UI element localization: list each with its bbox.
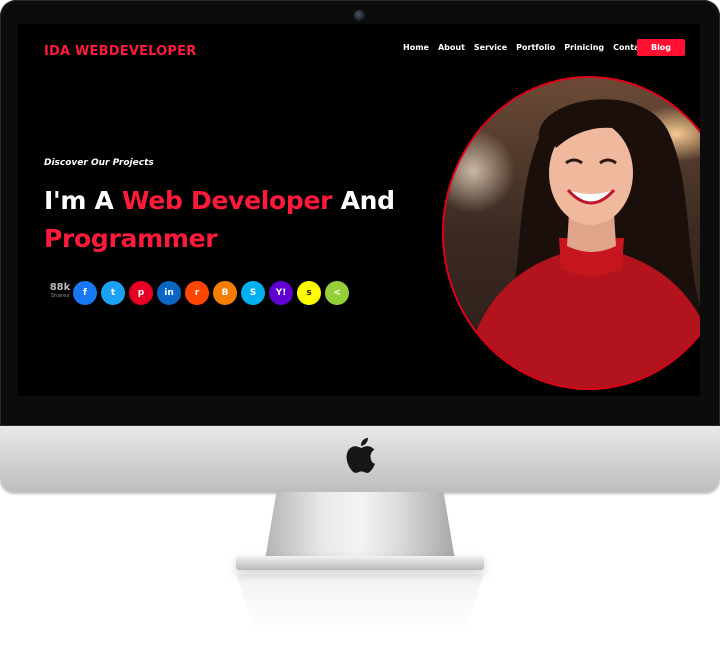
linkedin-share-button[interactable]: in xyxy=(157,281,181,305)
monitor-mockup: IDA WEBDEVELOPER Home About Service Port… xyxy=(0,0,720,653)
hero-kicker: Discover Our Projects xyxy=(44,158,154,168)
apple-logo-icon xyxy=(346,437,375,473)
blogger-share-button[interactable]: B xyxy=(213,281,237,305)
twitter-share-button[interactable]: t xyxy=(101,281,125,305)
nav-pricing[interactable]: Prinicing xyxy=(564,43,604,52)
facebook-icon: f xyxy=(83,288,87,298)
blogger-icon: B xyxy=(221,288,229,298)
pinterest-share-button[interactable]: p xyxy=(129,281,153,305)
headline-highlight: Web Developer xyxy=(121,186,333,215)
reddit-share-button[interactable]: r xyxy=(185,281,209,305)
reddit-icon: r xyxy=(194,288,200,298)
share-share-button[interactable]: < xyxy=(325,281,349,305)
nav-about[interactable]: About xyxy=(438,43,465,52)
snapchat-icon: s xyxy=(306,288,312,298)
monitor-stand-base xyxy=(236,556,484,570)
yahoo-icon: Y! xyxy=(275,288,287,298)
blog-button[interactable]: Blog xyxy=(637,39,685,56)
hero-headline: I'm A Web Developer And Programmer xyxy=(44,182,395,258)
skype-share-button[interactable]: S xyxy=(241,281,265,305)
hero-portrait-image xyxy=(442,76,700,390)
linkedin-icon: in xyxy=(164,288,174,298)
main-nav: Home About Service Portfolio Prinicing C… xyxy=(403,43,657,52)
brand-logo[interactable]: IDA WEBDEVELOPER xyxy=(44,44,196,59)
skype-icon: S xyxy=(249,288,257,298)
yahoo-share-button[interactable]: Y! xyxy=(269,281,293,305)
social-share-buttons: f t p in r B S Y! s < xyxy=(73,281,349,305)
headline-line2: Programmer xyxy=(44,224,218,253)
headline-part2: And xyxy=(332,186,395,215)
share-count: 88k xyxy=(49,282,71,293)
nav-portfolio[interactable]: Portfolio xyxy=(516,43,555,52)
monitor-stand xyxy=(265,492,455,560)
twitter-icon: t xyxy=(110,288,116,298)
nav-service[interactable]: Service xyxy=(474,43,507,52)
share-label: Shares xyxy=(50,293,70,299)
share-counter: 88k Shares xyxy=(46,282,74,300)
website-screen: IDA WEBDEVELOPER Home About Service Port… xyxy=(18,24,700,396)
pinterest-icon: p xyxy=(137,288,145,298)
camera-icon xyxy=(354,10,365,21)
snapchat-share-button[interactable]: s xyxy=(297,281,321,305)
nav-home[interactable]: Home xyxy=(403,43,429,52)
share-icon: < xyxy=(333,288,341,298)
facebook-share-button[interactable]: f xyxy=(73,281,97,305)
stand-reflection xyxy=(236,574,484,634)
headline-part1: I'm A xyxy=(44,186,122,215)
